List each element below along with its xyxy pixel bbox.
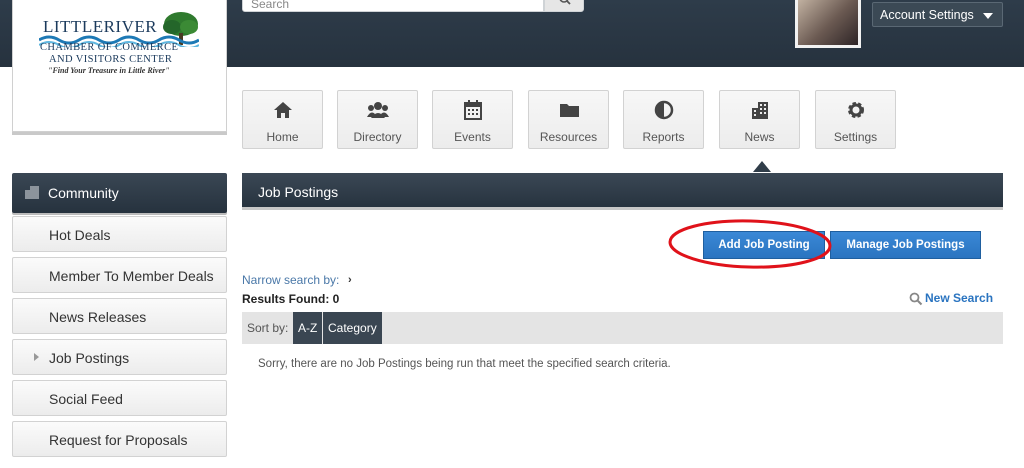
sidebar-item-request-for-proposals[interactable]: Request for Proposals	[12, 421, 227, 457]
pie-chart-icon	[654, 100, 674, 120]
sidebar-item-news-releases[interactable]: News Releases	[12, 298, 227, 334]
sidebar-item-label: News Releases	[49, 309, 147, 325]
logo-tagline: "Find Your Treasure in Little River"	[48, 66, 170, 75]
sidebar-item-label: Job Postings	[49, 350, 130, 366]
building-icon	[752, 102, 768, 119]
nav-tile-label: Resources	[539, 130, 598, 144]
logo[interactable]: LITTLERIVER CHAMBER OF COMMERCE AND VISI…	[12, 0, 227, 132]
logo-subtitle: AND VISITORS CENTER	[49, 54, 173, 65]
sidebar-item-social-feed[interactable]: Social Feed	[12, 380, 227, 416]
search-bar: Search	[242, 0, 584, 12]
search-icon	[909, 292, 923, 306]
nav-tile-events[interactable]: Events	[432, 90, 513, 149]
chevron-down-icon	[983, 13, 993, 19]
search-icon	[559, 0, 571, 5]
section-title-bar: Job Postings	[242, 173, 1003, 210]
sidebar-item-label: Request for Proposals	[49, 432, 188, 448]
sidebar-item-label: Member To Member Deals	[49, 268, 214, 284]
sort-category-button[interactable]: Category	[323, 312, 382, 344]
search-button[interactable]	[544, 0, 584, 12]
annotation-circle	[668, 219, 832, 269]
calendar-icon	[464, 100, 482, 120]
nav-tile-label: Directory	[353, 130, 402, 144]
sort-label: Sort by:	[247, 321, 289, 335]
logo-title: LITTLERIVER	[43, 17, 158, 36]
nav-tile-directory[interactable]: Directory	[337, 90, 418, 149]
nav-tile-label: Settings	[833, 130, 878, 144]
nav-tile-reports[interactable]: Reports	[623, 90, 704, 149]
nav-tile-label: News	[744, 130, 775, 144]
sidebar-item-label: Social Feed	[49, 391, 123, 407]
nav-tile-label: Home	[266, 130, 299, 144]
nav-tile-settings[interactable]: Settings	[815, 90, 896, 149]
sidebar-item-hot-deals[interactable]: Hot Deals	[12, 216, 227, 252]
gear-icon	[848, 102, 864, 118]
building-icon	[25, 186, 39, 199]
page-title: Job Postings	[258, 184, 339, 200]
sidebar-heading-label: Community	[48, 185, 119, 201]
sidebar-item-label: Hot Deals	[49, 227, 111, 243]
avatar[interactable]	[795, 0, 861, 48]
account-settings-label: Account Settings	[880, 8, 974, 22]
narrow-search-link[interactable]: Narrow search by:	[242, 273, 339, 287]
logo-subtitle: CHAMBER OF COMMERCE	[40, 42, 179, 53]
new-search-label: New Search	[925, 291, 994, 305]
active-tab-pointer	[753, 161, 771, 172]
folder-icon	[560, 104, 579, 117]
people-icon	[367, 102, 389, 118]
nav-tile-news[interactable]: News	[719, 90, 800, 149]
sort-az-button[interactable]: A-Z	[293, 312, 323, 344]
sort-bar: Sort by: A-Z Category	[242, 312, 1003, 344]
sidebar-item-job-postings[interactable]: Job Postings	[12, 339, 227, 375]
search-input[interactable]: Search	[242, 0, 544, 12]
nav-tile-label: Events	[454, 130, 491, 144]
chevron-right-icon[interactable]: ›	[348, 274, 352, 286]
nav-tile-home[interactable]: Home	[242, 90, 323, 149]
account-settings-dropdown[interactable]: Account Settings	[872, 2, 1003, 27]
manage-job-postings-button[interactable]: Manage Job Postings	[830, 231, 981, 259]
empty-results-message: Sorry, there are no Job Postings being r…	[258, 358, 671, 370]
sidebar-item-member-deals[interactable]: Member To Member Deals	[12, 257, 227, 293]
results-count: Results Found: 0	[242, 292, 340, 306]
nav-tile-resources[interactable]: Resources	[528, 90, 609, 149]
caret-right-icon	[34, 353, 39, 361]
sidebar-heading[interactable]: Community	[12, 173, 227, 213]
home-icon	[274, 102, 292, 118]
nav-tile-label: Reports	[642, 130, 685, 144]
